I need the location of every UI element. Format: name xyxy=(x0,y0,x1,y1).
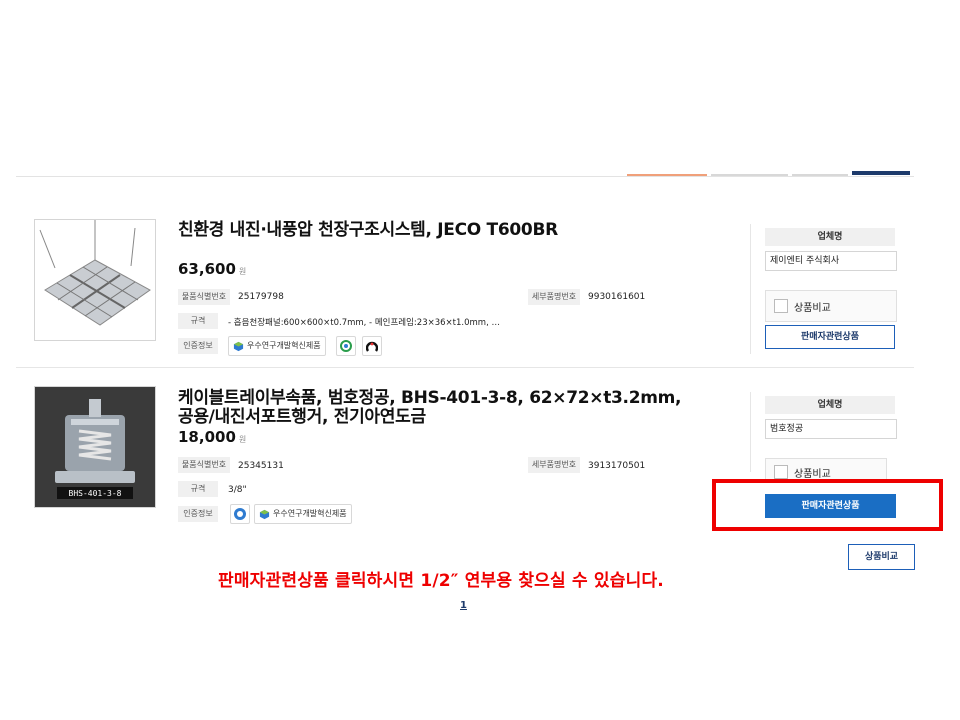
divider xyxy=(750,392,751,472)
ceiling-system-image xyxy=(35,220,155,340)
row-divider xyxy=(16,367,914,368)
compare-checkbox-row[interactable]: 상품비교 xyxy=(765,290,897,322)
cert-label: 인증정보 xyxy=(178,506,218,522)
eco-cert-icon[interactable] xyxy=(336,336,356,356)
price-value: 63,600 xyxy=(178,260,236,278)
pagination-page-1[interactable]: 1 xyxy=(460,600,467,611)
detail-value: 3913170501 xyxy=(588,461,646,471)
company-label: 업체명 xyxy=(765,228,895,246)
divider xyxy=(16,176,914,177)
tab-1[interactable] xyxy=(627,168,707,176)
tab-4-active[interactable] xyxy=(852,168,910,175)
product-price: 63,600 원 xyxy=(178,260,246,278)
cert-label: 인증정보 xyxy=(178,338,218,354)
innovation-cube-icon xyxy=(259,509,270,519)
id-value: 25179798 xyxy=(238,292,284,302)
cert-mark-icon[interactable] xyxy=(230,504,250,524)
image-caption: BHS-401-3-8 xyxy=(69,489,122,498)
product-image[interactable] xyxy=(34,219,156,341)
company-name[interactable]: 범호정공 xyxy=(765,419,897,439)
company-label: 업체명 xyxy=(765,396,895,414)
seismic-hanger-image: BHS-401-3-8 xyxy=(35,387,155,507)
innovation-cube-icon xyxy=(233,341,244,351)
detail-value: 9930161601 xyxy=(588,292,646,302)
cert-badge[interactable]: 우수연구개발혁신제품 xyxy=(228,336,326,356)
notice-text: 판매자관련상품 클릭하시면 1/2″ 연부용 찾으실 수 있습니다. xyxy=(218,571,664,591)
compare-label: 상품비교 xyxy=(794,469,831,480)
product-price: 18,000 원 xyxy=(178,428,246,446)
id-label: 물품식별번호 xyxy=(178,289,230,305)
gr-cert-icon[interactable] xyxy=(362,336,382,356)
tab-3[interactable] xyxy=(792,168,848,176)
spec-label: 규격 xyxy=(178,481,218,497)
cert-badge-label: 우수연구개발혁신제품 xyxy=(273,509,347,518)
seller-related-button[interactable]: 판매자관련상품 xyxy=(765,494,896,518)
company-name[interactable]: 제이엔티 주식회사 xyxy=(765,251,897,271)
product-image[interactable]: BHS-401-3-8 xyxy=(34,386,156,508)
price-value: 18,000 xyxy=(178,428,236,446)
compare-label: 상품비교 xyxy=(794,302,831,314)
seller-related-button[interactable]: 판매자관련상품 xyxy=(765,325,895,349)
spec-value: - 흡음천장패널:600×600×t0.7mm, - 메인프레임:23×36×t… xyxy=(228,318,500,328)
divider xyxy=(750,224,751,354)
spec-value: 3/8" xyxy=(228,485,247,495)
price-currency: 원 xyxy=(238,435,247,444)
detail-label: 세부품명번호 xyxy=(528,457,580,473)
compare-button[interactable]: 상품비교 xyxy=(848,544,915,570)
product-title-line2[interactable]: 공용/내진서포트행거, 전기아연도금 xyxy=(178,407,426,427)
compare-checkbox[interactable] xyxy=(774,299,788,313)
product-title-line1[interactable]: 케이블트레이부속품, 범호정공, BHS-401-3-8, 62×72×t3.2… xyxy=(178,388,682,408)
id-label: 물품식별번호 xyxy=(178,457,230,473)
cert-badge-label: 우수연구개발혁신제품 xyxy=(247,341,321,350)
id-value: 25345131 xyxy=(238,461,284,471)
price-currency: 원 xyxy=(238,267,247,276)
tab-2[interactable] xyxy=(711,168,788,176)
spec-label: 규격 xyxy=(178,313,218,329)
compare-checkbox[interactable] xyxy=(774,465,788,479)
cert-badge[interactable]: 우수연구개발혁신제품 xyxy=(254,504,352,524)
detail-label: 세부품명번호 xyxy=(528,289,580,305)
product-title[interactable]: 친환경 내진·내풍압 천장구조시스템, JECO T600BR xyxy=(178,220,558,240)
